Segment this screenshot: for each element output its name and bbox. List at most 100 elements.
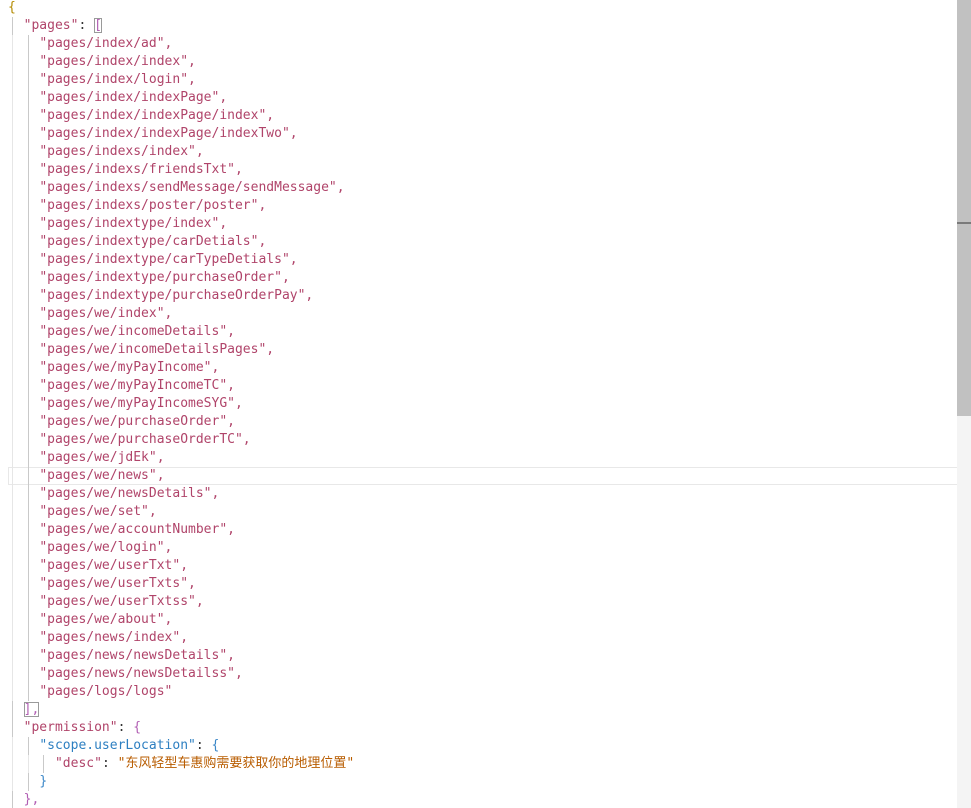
code-line[interactable]: "pages/we/userTxtss", xyxy=(8,593,970,611)
code-line[interactable]: "pages/we/login", xyxy=(8,539,970,557)
indent-guide xyxy=(27,377,29,395)
code-line[interactable]: "pages/index/indexPage/index", xyxy=(8,107,970,125)
code-line[interactable]: "pages/indextype/carTypeDetials", xyxy=(8,251,970,269)
code-line[interactable]: "pages/indextype/carDetials", xyxy=(8,233,970,251)
page-path-string: "pages/indexs/index", xyxy=(39,144,204,159)
code-line[interactable]: "pages/indextype/purchaseOrderPay", xyxy=(8,287,970,305)
indent-guide xyxy=(27,413,29,431)
indent-guide xyxy=(12,71,13,89)
code-line[interactable]: "permission": { xyxy=(8,719,970,737)
code-line[interactable]: "pages/we/jdEk", xyxy=(8,449,970,467)
indent-guide xyxy=(12,647,13,665)
indent-guide xyxy=(27,107,29,125)
indent-guide xyxy=(27,71,29,89)
code-line[interactable]: "scope.userLocation": { xyxy=(8,737,970,755)
code-line[interactable]: "pages/news/newsDetails", xyxy=(8,647,970,665)
scrollbar-thumb[interactable] xyxy=(957,0,971,416)
indent-guide xyxy=(27,251,29,269)
indent-guide xyxy=(12,539,13,557)
page-path-string: "pages/indexs/sendMessage/sendMessage", xyxy=(39,180,345,195)
indent-guide xyxy=(27,755,29,773)
code-line[interactable]: "pages/we/purchaseOrderTC", xyxy=(8,431,970,449)
indent-guide xyxy=(12,683,13,701)
code-line[interactable]: }, xyxy=(8,791,970,808)
indent-guide xyxy=(12,143,13,161)
code-line[interactable]: "pages/indextype/index", xyxy=(8,215,970,233)
colon: : xyxy=(195,738,212,753)
permission-open-brace: { xyxy=(133,720,142,735)
code-line[interactable]: "pages/indexs/poster/poster", xyxy=(8,197,970,215)
indent-guide xyxy=(12,413,13,431)
code-lines[interactable]: { "pages": [ "pages/index/ad", "pages/in… xyxy=(8,0,970,808)
indent-guide xyxy=(27,359,29,377)
indent-guide xyxy=(27,773,29,791)
indent-guide xyxy=(12,503,13,521)
code-line[interactable]: "pages/we/incomeDetailsPages", xyxy=(8,341,970,359)
code-line[interactable]: "pages/we/myPayIncomeSYG", xyxy=(8,395,970,413)
code-line[interactable]: "pages/we/index", xyxy=(8,305,970,323)
code-line[interactable]: "pages/news/newsDetailss", xyxy=(8,665,970,683)
indent-guide xyxy=(12,575,13,593)
desc-key: "desc" xyxy=(54,756,102,771)
indent-guide xyxy=(12,197,13,215)
code-line[interactable]: "pages/indexs/sendMessage/sendMessage", xyxy=(8,179,970,197)
indent-guide xyxy=(12,323,13,341)
page-path-string: "pages/index/indexPage", xyxy=(39,90,228,105)
page-path-string: "pages/we/set", xyxy=(39,504,157,519)
indent-guide xyxy=(27,161,29,179)
code-line[interactable]: { xyxy=(8,0,970,17)
page-path-string: "pages/indextype/carTypeDetials", xyxy=(39,252,298,267)
indent-guide xyxy=(12,557,13,575)
indent-guide xyxy=(12,755,13,773)
indent-guide xyxy=(27,269,29,287)
code-line[interactable]: "pages/indextype/purchaseOrder", xyxy=(8,269,970,287)
indent-guide xyxy=(27,287,29,305)
indent-guide xyxy=(27,197,29,215)
page-path-string: "pages/we/about", xyxy=(39,612,173,627)
page-path-string: "pages/news/newsDetailss", xyxy=(39,666,243,681)
page-path-string: "pages/indexs/poster/poster", xyxy=(39,198,267,213)
page-path-string: "pages/indextype/index", xyxy=(39,216,228,231)
page-path-string: "pages/index/indexPage/index", xyxy=(39,108,275,123)
code-line[interactable]: "pages/index/ad", xyxy=(8,35,970,53)
code-line[interactable]: "pages/index/indexPage/indexTwo", xyxy=(8,125,970,143)
code-line[interactable]: "pages/we/purchaseOrder", xyxy=(8,413,970,431)
page-path-string: "pages/index/login", xyxy=(39,72,196,87)
code-line[interactable]: } xyxy=(8,773,970,791)
page-path-string: "pages/we/jdEk", xyxy=(39,450,165,465)
code-line[interactable]: "pages/we/incomeDetails", xyxy=(8,323,970,341)
code-line[interactable]: "pages/we/myPayIncome", xyxy=(8,359,970,377)
code-line[interactable]: "pages": [ xyxy=(8,17,970,35)
code-line[interactable]: "pages/we/news", xyxy=(8,467,970,485)
code-line[interactable]: "pages/we/set", xyxy=(8,503,970,521)
indent-guide xyxy=(27,215,29,233)
code-line[interactable]: "pages/we/myPayIncomeTC", xyxy=(8,377,970,395)
indent-guide xyxy=(27,233,29,251)
code-line[interactable]: "pages/indexs/index", xyxy=(8,143,970,161)
code-line[interactable]: "pages/we/userTxt", xyxy=(8,557,970,575)
indent-guide xyxy=(27,593,29,611)
code-line[interactable]: ], xyxy=(8,701,970,719)
indent-guide xyxy=(12,773,13,791)
page-path-string: "pages/we/newsDetails", xyxy=(39,486,220,501)
code-line[interactable]: "pages/we/accountNumber", xyxy=(8,521,970,539)
code-line[interactable]: "pages/index/indexPage", xyxy=(8,89,970,107)
code-line[interactable]: "pages/news/index", xyxy=(8,629,970,647)
indent-guide xyxy=(27,341,29,359)
code-line[interactable]: "pages/we/userTxts", xyxy=(8,575,970,593)
indent-guide xyxy=(12,521,13,539)
page-path-string: "pages/we/incomeDetailsPages", xyxy=(39,342,275,357)
vertical-scrollbar[interactable] xyxy=(957,0,971,808)
page-path-string: "pages/we/myPayIncome", xyxy=(39,360,220,375)
indent-guide xyxy=(12,125,13,143)
code-line[interactable]: "desc": "东风轻型车惠购需要获取你的地理位置" xyxy=(8,755,970,773)
scrollbar-cursor-marker xyxy=(957,222,971,224)
code-line[interactable]: "pages/we/newsDetails", xyxy=(8,485,970,503)
code-line[interactable]: "pages/index/index", xyxy=(8,53,970,71)
code-editor[interactable]: { "pages": [ "pages/index/ad", "pages/in… xyxy=(0,0,971,808)
code-line[interactable]: "pages/index/login", xyxy=(8,71,970,89)
code-line[interactable]: "pages/indexs/friendsTxt", xyxy=(8,161,970,179)
page-path-string: "pages/we/purchaseOrderTC", xyxy=(39,432,251,447)
code-line[interactable]: "pages/logs/logs" xyxy=(8,683,970,701)
code-line[interactable]: "pages/we/about", xyxy=(8,611,970,629)
